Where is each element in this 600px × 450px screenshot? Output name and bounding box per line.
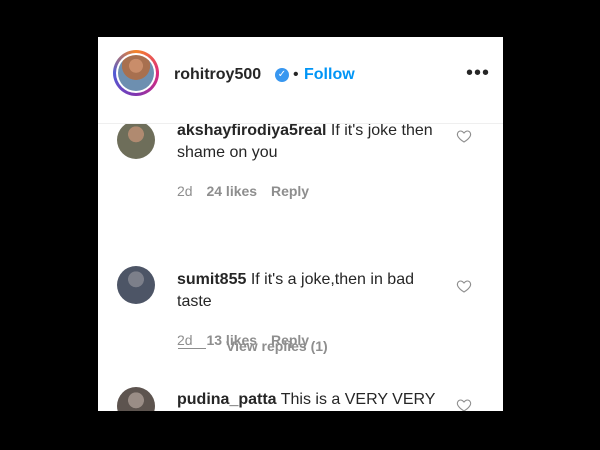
avatar-border [116,53,156,93]
view-replies-line [178,348,206,349]
comment-username[interactable]: pudina_patta [177,391,277,408]
like-heart-icon[interactable] [456,128,472,144]
separator-dot: • [293,66,299,83]
like-heart-icon[interactable] [456,397,472,411]
comments-list: akshayfirodiya5real If it's joke then sh… [98,120,503,411]
post-header: rohitroy500 ✓ • Follow ••• [98,37,503,124]
verified-badge-icon: ✓ [275,68,289,82]
profile-avatar[interactable] [113,50,159,96]
comment-likes[interactable]: 24 likes [206,183,257,199]
instagram-post-panel: rohitroy500 ✓ • Follow ••• akshayfirodiy… [98,37,503,411]
profile-username[interactable]: rohitroy500 [174,66,261,84]
comment-text: akshayfirodiya5real If it's joke then sh… [177,120,447,164]
comment-text: pudina_patta This is a VERY VERY [177,389,447,411]
comment-meta: 2d 24 likes Reply [177,183,319,199]
commenter-avatar[interactable] [117,121,155,159]
comment-age: 2d [177,183,193,199]
avatar-image [118,55,154,91]
comment-body: This is a VERY VERY [280,391,436,408]
comment-text: sumit855 If it's a joke,then in bad tast… [177,269,447,313]
comment-age: 2d [177,332,193,348]
follow-button[interactable]: Follow [304,66,355,84]
like-heart-icon[interactable] [456,278,472,294]
comment-username[interactable]: sumit855 [177,271,246,288]
reply-button[interactable]: Reply [271,183,309,199]
view-replies-button[interactable]: View replies (1) [226,338,328,354]
commenter-avatar[interactable] [117,266,155,304]
more-options-icon[interactable]: ••• [466,63,490,83]
commenter-avatar[interactable] [117,387,155,411]
comment-username[interactable]: akshayfirodiya5real [177,122,326,139]
